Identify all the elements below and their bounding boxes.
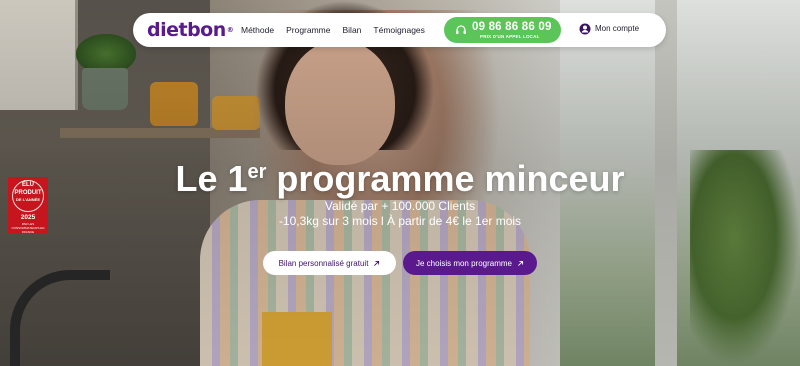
nav-link-programme[interactable]: Programme bbox=[286, 24, 330, 36]
headset-icon bbox=[456, 25, 466, 34]
hero-subline-offer: -10,3kg sur 3 mois l À partir de 4€ le 1… bbox=[278, 214, 522, 228]
logo-registered-mark: ® bbox=[226, 26, 234, 34]
user-circle-icon bbox=[579, 23, 591, 35]
phone-button[interactable]: 09 86 86 86 09 PRIX D'UN APPEL LOCAL bbox=[444, 17, 561, 43]
headline-suffix: programme minceur bbox=[266, 158, 625, 199]
arrow-up-right-icon bbox=[374, 260, 380, 266]
dietbon-logo[interactable]: dietbon® bbox=[147, 19, 234, 41]
account-link[interactable]: Mon compte bbox=[579, 23, 639, 35]
logo-text: dietbon bbox=[147, 19, 226, 41]
hero-headline: Le 1er programme minceur bbox=[0, 158, 800, 200]
headline-superscript: er bbox=[247, 161, 267, 183]
phone-subtitle: PRIX D'UN APPEL LOCAL bbox=[480, 34, 540, 39]
phone-number: 09 86 86 86 09 bbox=[472, 21, 552, 33]
top-navbar: dietbon® Méthode Programme Bilan Témoign… bbox=[133, 13, 666, 47]
free-assessment-button[interactable]: Bilan personnalisé gratuit bbox=[263, 251, 396, 275]
arrow-up-right-icon bbox=[518, 260, 524, 266]
account-label: Mon compte bbox=[595, 24, 640, 33]
nav-link-methode[interactable]: Méthode bbox=[241, 24, 274, 36]
nav-link-temoignages[interactable]: Témoignages bbox=[373, 24, 425, 36]
nav-link-bilan[interactable]: Bilan bbox=[343, 24, 362, 36]
hero-subline-clients: Validé par + 100.000 Clients bbox=[324, 199, 476, 213]
nav-links: Méthode Programme Bilan Témoignages bbox=[241, 24, 425, 36]
choose-program-label: Je choisis mon programme bbox=[415, 258, 513, 268]
headline-prefix: Le 1 bbox=[175, 158, 248, 199]
choose-program-button[interactable]: Je choisis mon programme bbox=[403, 251, 537, 275]
hero-section: dietbon® Méthode Programme Bilan Témoign… bbox=[0, 0, 800, 366]
free-assessment-label: Bilan personnalisé gratuit bbox=[278, 258, 369, 268]
